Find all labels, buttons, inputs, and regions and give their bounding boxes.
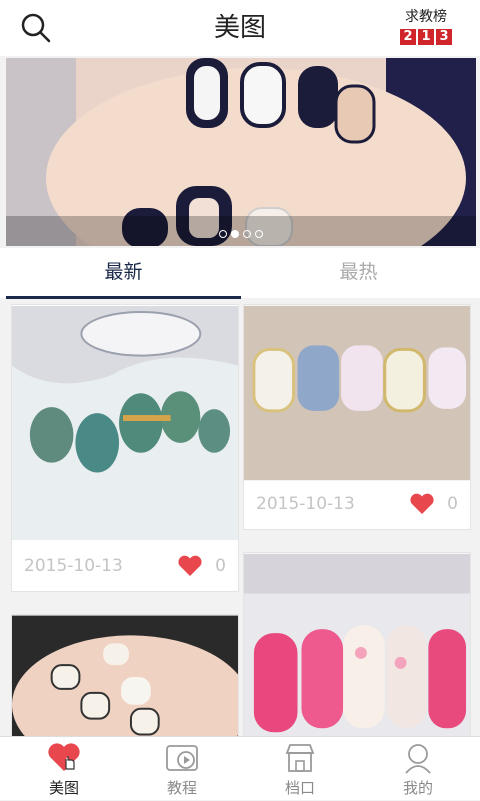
card-meta: 2015-10-13 0 [244,479,470,529]
user-icon [405,744,431,774]
tab-latest[interactable]: 最新 [6,248,241,299]
carousel-dot[interactable] [255,230,263,238]
carousel-dot[interactable] [219,230,227,238]
rank-button[interactable]: 求教榜 2 1 3 [394,8,458,48]
nav-label-tutorials: 教程 [166,779,197,797]
heart-icon [48,743,80,771]
rank-podium-icon: 2 1 3 [394,29,458,45]
banner-carousel[interactable] [6,58,476,246]
heart-icon [410,493,434,514]
nav-label-stalls: 档口 [284,779,315,797]
carousel-dot-active[interactable] [231,230,239,238]
nav-item-meitu[interactable]: 美图 [4,737,124,801]
like-count: 0 [447,494,458,514]
nav-label-profile: 我的 [402,779,433,797]
heart-icon [178,555,202,576]
feed-card[interactable]: 2015-10-13 0 [243,304,471,530]
like-button[interactable]: 0 [409,479,458,529]
feed-card[interactable] [243,552,471,744]
feed-card[interactable]: 2015-10-13 0 [11,304,239,592]
tab-bar: 最新 最热 [0,248,480,299]
feed-card[interactable] [11,614,239,744]
rank-digit: 1 [418,29,434,45]
nail-photo [12,615,238,743]
bottom-nav: 美图 教程 档口 我的 [0,736,480,800]
nail-photo [244,553,470,743]
video-icon [166,745,198,771]
banner-image [6,58,476,246]
post-date: 2015-10-13 [256,494,355,514]
nail-photo [244,305,470,481]
carousel-dot[interactable] [243,230,251,238]
nav-item-profile[interactable]: 我的 [358,737,478,801]
like-button[interactable]: 0 [177,541,226,591]
nav-item-tutorials[interactable]: 教程 [122,737,242,801]
rank-digit: 3 [436,29,452,45]
rank-digit: 2 [400,29,416,45]
nav-label-meitu: 美图 [48,779,79,797]
nail-photo [12,306,238,540]
top-bar: 美图 求教榜 2 1 3 [0,0,480,56]
tab-hot[interactable]: 最热 [241,248,476,296]
like-count: 0 [215,556,226,576]
shop-icon [285,744,315,772]
card-meta: 2015-10-13 0 [12,541,238,591]
carousel-dots [6,230,476,238]
post-date: 2015-10-13 [24,556,123,576]
rank-label: 求教榜 [405,9,447,25]
nav-item-stalls[interactable]: 档口 [240,737,360,801]
